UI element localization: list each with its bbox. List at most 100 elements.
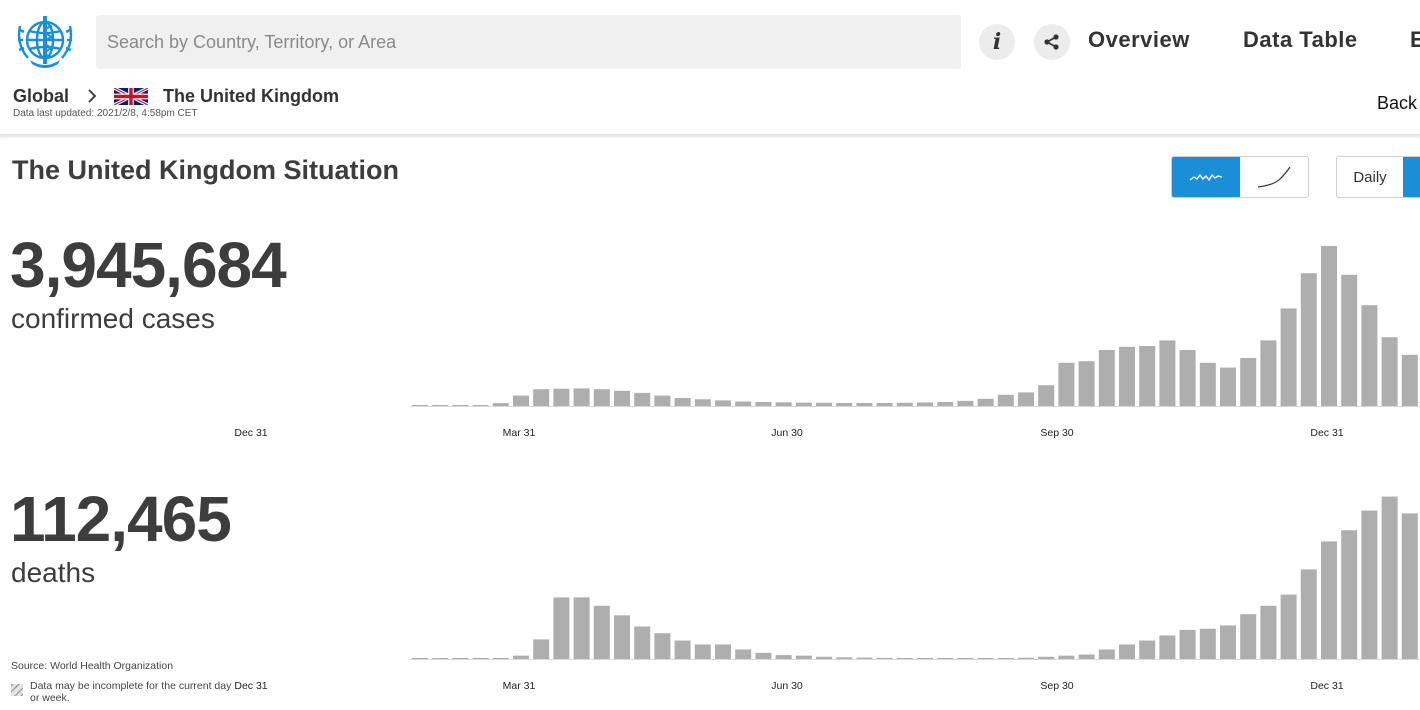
chart-bar[interactable] (1401, 513, 1418, 659)
chart-bar[interactable] (1280, 308, 1297, 406)
chart-bar[interactable] (1159, 340, 1176, 406)
search-input[interactable] (96, 15, 961, 69)
chart-bar[interactable] (1199, 628, 1216, 659)
chart-bar[interactable] (432, 658, 449, 659)
chart-bar[interactable] (1018, 392, 1034, 406)
chart-bar[interactable] (573, 597, 590, 659)
info-button[interactable]: i (979, 24, 1015, 60)
chart-bar[interactable] (452, 405, 469, 406)
chart-bar[interactable] (674, 398, 691, 406)
chart-bar[interactable] (775, 655, 792, 659)
chart-bar[interactable] (1078, 361, 1095, 406)
chart-bar[interactable] (654, 633, 671, 659)
chart-bar[interactable] (816, 402, 832, 406)
chart-bar[interactable] (795, 655, 812, 659)
back-link[interactable]: Back (1377, 93, 1417, 114)
chart-bar[interactable] (694, 399, 711, 406)
chart-bar[interactable] (1341, 274, 1358, 406)
who-emblem-icon[interactable] (12, 12, 78, 70)
chart-bar[interactable] (1119, 346, 1135, 406)
chart-bar[interactable] (917, 658, 933, 659)
chart-bar[interactable] (614, 615, 630, 659)
chart-bar[interactable] (1240, 358, 1257, 406)
chart-bar[interactable] (593, 389, 610, 406)
chart-bar[interactable] (1361, 510, 1378, 659)
chart-bar[interactable] (997, 394, 1014, 406)
chart-bar[interactable] (1038, 385, 1055, 406)
chart-bar[interactable] (1260, 340, 1277, 406)
chart-bar[interactable] (492, 658, 509, 659)
chart-bar[interactable] (1098, 350, 1115, 406)
chart-bar[interactable] (694, 644, 711, 659)
chart-bar[interactable] (1159, 635, 1176, 659)
chart-bar[interactable] (977, 398, 994, 406)
chart-bar[interactable] (1220, 367, 1236, 406)
chart-bar[interactable] (1179, 350, 1196, 406)
chart-bar[interactable] (896, 658, 913, 659)
chart-bar[interactable] (1381, 496, 1398, 659)
chart-mode-toggle[interactable] (1171, 156, 1309, 198)
chart-bar[interactable] (634, 392, 651, 406)
chart-bar[interactable] (1119, 644, 1135, 659)
chart-bar[interactable] (876, 657, 893, 659)
chart-bar[interactable] (836, 657, 853, 659)
chart-bar[interactable] (1179, 629, 1196, 659)
chart-bar[interactable] (1260, 605, 1277, 659)
chart-bar[interactable] (553, 388, 570, 406)
chart-bar[interactable] (1401, 354, 1418, 406)
chart-bar[interactable] (1341, 530, 1358, 659)
chart-bar[interactable] (1280, 594, 1297, 659)
chart-bar[interactable] (1321, 541, 1337, 659)
chart-bar[interactable] (1139, 640, 1156, 659)
chart-bar[interactable] (836, 402, 853, 406)
chart-bar[interactable] (1058, 362, 1075, 406)
chart-bar[interactable] (492, 403, 509, 406)
period-toggle[interactable]: Daily (1336, 156, 1420, 198)
chart-bar[interactable] (715, 644, 731, 659)
chart-bar[interactable] (1098, 649, 1115, 659)
chart-bar[interactable] (937, 402, 954, 406)
chart-bar[interactable] (1038, 656, 1055, 659)
chart-bar[interactable] (1240, 614, 1257, 659)
chart-bar[interactable] (1139, 346, 1156, 406)
chart-bar[interactable] (1058, 655, 1075, 659)
chart-bar[interactable] (674, 640, 691, 659)
chart-bar[interactable] (715, 400, 731, 406)
chart-bar[interactable] (634, 626, 651, 659)
chart-bar[interactable] (654, 395, 671, 406)
cumulative-toggle[interactable] (1240, 157, 1308, 197)
chart-bar[interactable] (533, 389, 550, 406)
nav-data-table[interactable]: Data Table (1243, 27, 1358, 53)
breadcrumb-global[interactable]: Global (13, 86, 69, 107)
period-weekly[interactable] (1403, 157, 1420, 197)
chart-bar[interactable] (472, 658, 489, 659)
chart-bar[interactable] (856, 657, 873, 659)
chart-bar[interactable] (513, 655, 529, 659)
chart-bar[interactable] (896, 402, 913, 406)
chart-bar[interactable] (513, 395, 529, 406)
chart-bar[interactable] (412, 405, 428, 406)
share-button[interactable] (1034, 24, 1070, 60)
chart-bar[interactable] (614, 390, 630, 406)
chart-bar[interactable] (1220, 625, 1236, 659)
chart-bar[interactable] (937, 658, 954, 659)
chart-bar[interactable] (1381, 337, 1398, 406)
chart-bar[interactable] (472, 405, 489, 406)
chart-bar[interactable] (957, 400, 974, 406)
chart-bar[interactable] (553, 597, 570, 659)
nav-explorer[interactable]: E (1410, 27, 1420, 53)
period-daily[interactable]: Daily (1337, 157, 1403, 197)
chart-bar[interactable] (997, 658, 1014, 659)
chart-bar[interactable] (735, 401, 752, 406)
chart-bar[interactable] (1300, 569, 1317, 659)
chart-bar[interactable] (816, 656, 832, 659)
chart-bar[interactable] (876, 402, 893, 406)
daily-bars-toggle[interactable] (1172, 157, 1240, 197)
chart-bar[interactable] (755, 652, 772, 659)
chart-bar[interactable] (1321, 246, 1337, 406)
chart-bar[interactable] (977, 658, 994, 659)
chart-bar[interactable] (452, 658, 469, 659)
chart-bar[interactable] (856, 402, 873, 406)
chart-bar[interactable] (1300, 273, 1317, 406)
chart-bar[interactable] (917, 402, 933, 406)
